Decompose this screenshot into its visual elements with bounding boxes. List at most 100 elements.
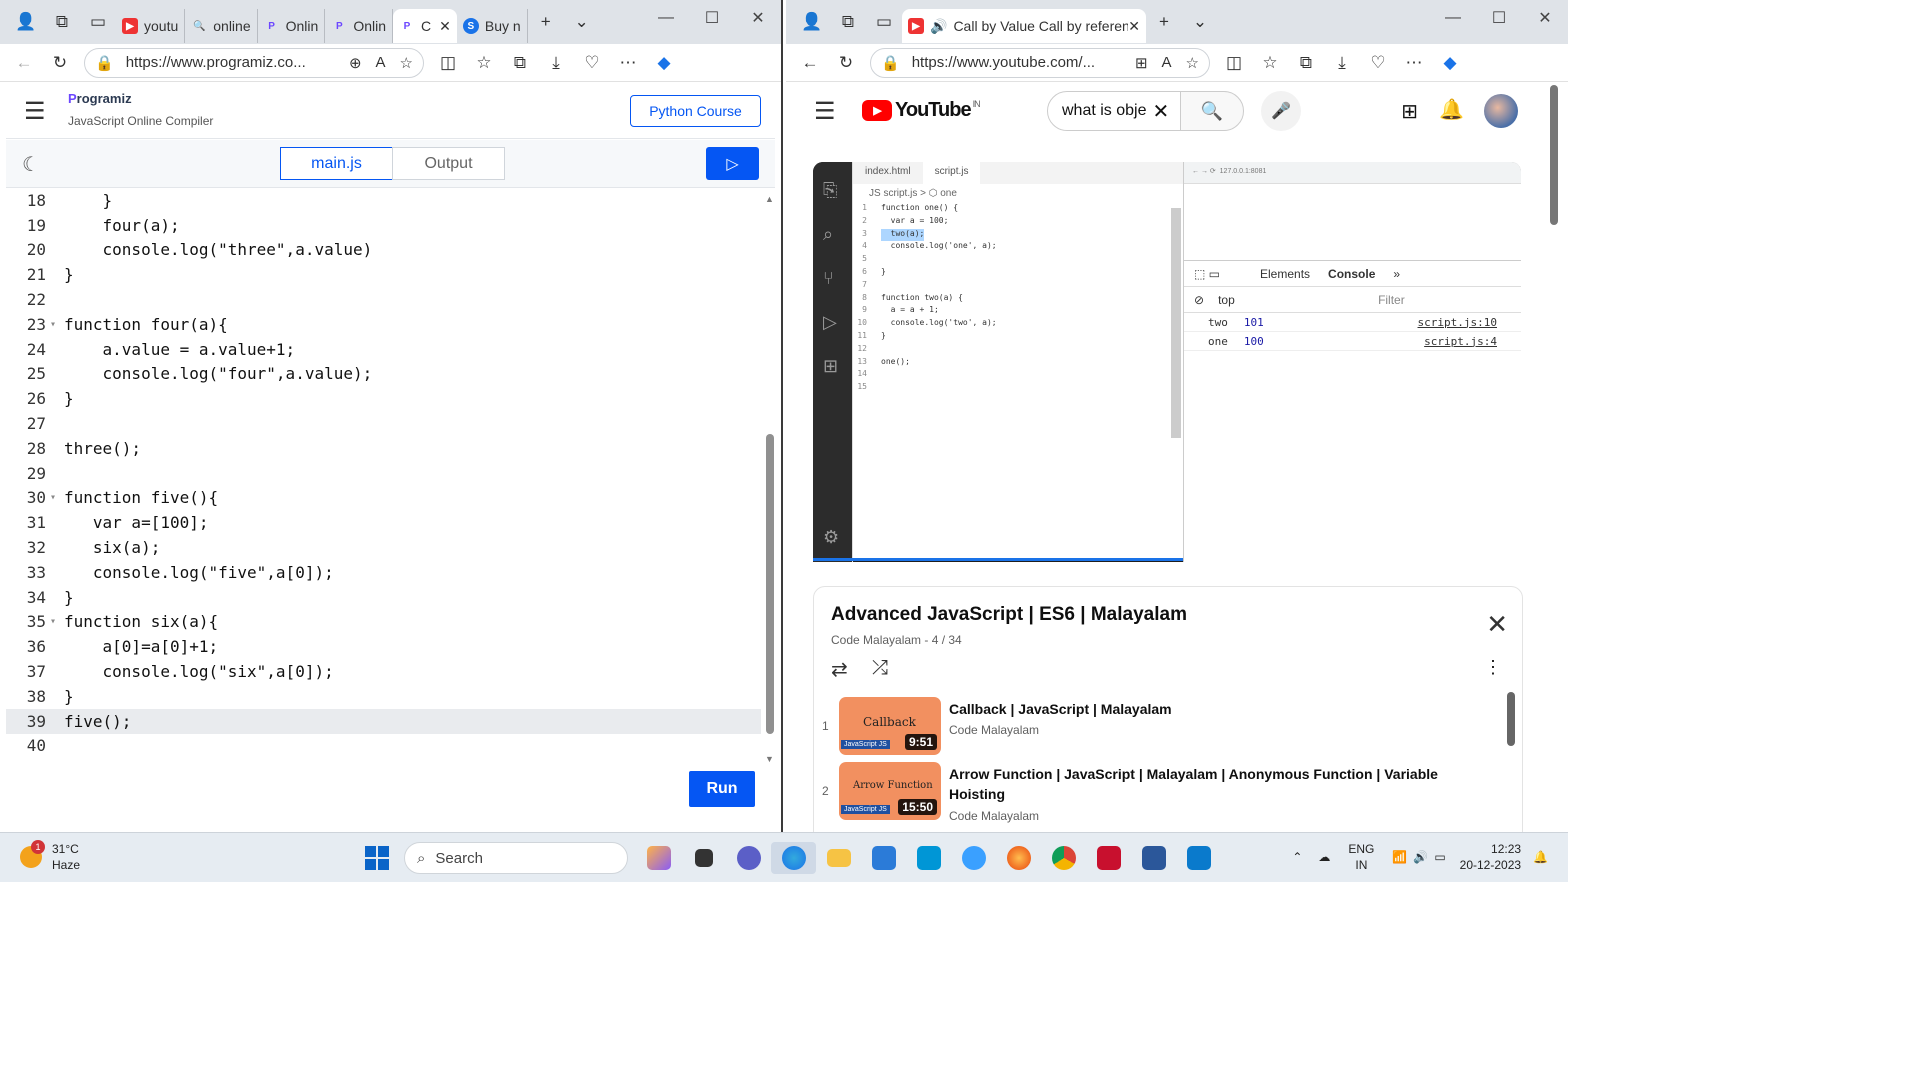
programiz-logo[interactable]: Programiz	[68, 91, 132, 106]
collections-icon[interactable]: ⧉	[1288, 48, 1324, 78]
url-field[interactable]: 🔒 https://www.youtube.com/... ⊞ A ☆	[870, 47, 1210, 78]
clock[interactable]: 12:23 20-12-2023	[1460, 841, 1521, 873]
tab-youtube-active[interactable]: ▶ 🔊 Call by Value Call by referen ✕	[902, 9, 1146, 43]
red-app-icon[interactable]	[1086, 842, 1131, 874]
chrome-icon[interactable]	[1041, 842, 1086, 874]
video-player[interactable]: ⎘ ⌕ ⑂ ▷ ⊞ ⚙ index.html script.js JS script.j…	[813, 162, 1521, 562]
tab-main-js[interactable]: main.js	[280, 147, 393, 180]
file-explorer-icon[interactable]	[816, 842, 861, 874]
python-course-button[interactable]: Python Course	[630, 95, 761, 127]
task-view-icon[interactable]	[681, 842, 726, 874]
notifications-bell-icon[interactable]: 🔔	[1439, 97, 1464, 122]
maximize-icon[interactable]: ☐	[1476, 0, 1522, 36]
copilot-icon[interactable]: ◆	[646, 48, 682, 78]
page-scrollbar[interactable]	[1550, 85, 1558, 225]
code-line[interactable]: 21}	[6, 262, 761, 287]
channel-name[interactable]: Code Malayalam	[949, 723, 1039, 737]
refresh-icon[interactable]: ↻	[828, 48, 864, 78]
tab-list-chevron-icon[interactable]: ⌄	[1186, 8, 1214, 36]
download-icon[interactable]: ⤓	[1324, 48, 1360, 78]
favorites-icon[interactable]: ☆	[1252, 48, 1288, 78]
refresh-icon[interactable]: ↻	[42, 48, 78, 78]
run-play-button[interactable]: ▷	[706, 147, 759, 180]
hamburger-menu-icon[interactable]: ☰	[24, 97, 46, 126]
minimize-icon[interactable]: —	[1430, 0, 1476, 36]
close-icon[interactable]: ✕	[1522, 0, 1568, 36]
code-line[interactable]: 23 ▾ function four(a){	[6, 312, 761, 337]
scrollbar-thumb[interactable]	[766, 434, 774, 734]
code-line[interactable]: 22	[6, 287, 761, 312]
code-line[interactable]: 27	[6, 411, 761, 436]
code-line[interactable]: 37 console.log("six",a[0]);	[6, 659, 761, 684]
notification-bell-icon[interactable]: 🔔	[1533, 850, 1548, 864]
code-line[interactable]: 39 five();	[6, 708, 761, 734]
minimize-icon[interactable]: —	[643, 0, 689, 36]
tab-programiz-1[interactable]: P Onlin	[258, 9, 326, 43]
tab-search[interactable]: 🔍 online	[185, 9, 258, 43]
taskbar-search[interactable]: ⌕ Search	[404, 842, 628, 874]
youtube-logo[interactable]: ▶ YouTube IN	[862, 99, 981, 122]
code-line[interactable]: 38}	[6, 684, 761, 709]
split-screen-icon[interactable]: ◫	[430, 48, 466, 78]
fold-icon[interactable]: ▾	[50, 492, 64, 503]
myhp-icon[interactable]	[906, 842, 951, 874]
close-playlist-icon[interactable]: ✕	[1486, 609, 1508, 640]
code-line[interactable]: 30 ▾ function five(){	[6, 486, 761, 511]
tab-list-chevron-icon[interactable]: ⌄	[568, 8, 596, 36]
tab-buy[interactable]: S Buy n	[457, 9, 528, 43]
copilot-app-icon[interactable]	[636, 842, 681, 874]
channel-name[interactable]: Code Malayalam	[949, 809, 1039, 823]
speaker-icon[interactable]: 🔊	[930, 18, 947, 35]
create-video-icon[interactable]: ⊞	[1401, 99, 1418, 124]
code-line[interactable]: 28 three();	[6, 436, 761, 461]
new-tab-icon[interactable]: +	[1150, 8, 1178, 36]
more-vertical-icon[interactable]: ⋮	[1484, 657, 1502, 678]
video-title[interactable]: Callback | JavaScript | Malayalam	[949, 699, 1439, 719]
weather-widget[interactable]: 1 31°C Haze	[20, 840, 80, 873]
favorite-star-icon[interactable]: ☆	[1186, 54, 1199, 72]
code-line[interactable]: 20 console.log("three",a.value)	[6, 238, 761, 263]
loop-icon[interactable]: ⇄	[831, 657, 848, 682]
code-line[interactable]: 40	[6, 734, 761, 759]
onedrive-icon[interactable]: ☁	[1318, 850, 1330, 864]
read-aloud-icon[interactable]: A	[1162, 54, 1172, 71]
playlist-item[interactable]: 1 Callback JavaScript JS 9:51 Callback |…	[814, 697, 1522, 759]
edge-browser-icon[interactable]	[771, 842, 816, 874]
url-field[interactable]: 🔒 https://www.programiz.co... ⊕ A ☆	[84, 47, 424, 78]
zoom-icon[interactable]: ⊕	[349, 54, 362, 72]
code-line[interactable]: 31 var a=[100];	[6, 510, 761, 535]
code-line[interactable]: 33 console.log("five",a[0]);	[6, 560, 761, 585]
maximize-icon[interactable]: ☐	[689, 0, 735, 36]
tab-actions-icon[interactable]: ▭	[870, 8, 898, 36]
avatar[interactable]	[1484, 94, 1518, 128]
back-icon[interactable]: ←	[6, 48, 42, 78]
close-icon[interactable]: ✕	[735, 0, 781, 36]
code-line[interactable]: 19 four(a);	[6, 213, 761, 238]
weather-app-icon[interactable]	[951, 842, 996, 874]
code-line[interactable]: 34}	[6, 585, 761, 610]
volume-icon[interactable]: 🔊	[1413, 850, 1428, 864]
workspaces-icon[interactable]: ⧉	[834, 8, 862, 36]
shuffle-icon[interactable]: ⤮	[872, 657, 888, 680]
back-icon[interactable]: ←	[792, 48, 828, 78]
playlist-title[interactable]: Advanced JavaScript | ES6 | Malayalam	[831, 604, 1187, 626]
scroll-up-icon[interactable]: ▲	[765, 194, 774, 204]
chevron-up-icon[interactable]: ⌃	[1292, 850, 1302, 864]
fold-icon[interactable]: ▾	[50, 319, 64, 330]
profile-icon[interactable]: 👤	[12, 8, 40, 36]
favorites-icon[interactable]: ☆	[466, 48, 502, 78]
code-line[interactable]: 25 console.log("four",a.value);	[6, 362, 761, 387]
tab-actions-icon[interactable]: ▭	[84, 8, 112, 36]
app-available-icon[interactable]: ⊞	[1135, 54, 1148, 72]
search-button[interactable]: 🔍	[1180, 91, 1244, 131]
video-thumbnail[interactable]: Callback JavaScript JS 9:51	[839, 697, 941, 755]
close-tab-icon[interactable]: ✕	[1128, 18, 1140, 35]
word-icon[interactable]	[1131, 842, 1176, 874]
tab-programiz-active[interactable]: P C ✕	[393, 9, 457, 43]
read-aloud-icon[interactable]: A	[376, 54, 386, 71]
more-icon[interactable]: ⋯	[1396, 48, 1432, 78]
video-progress-bar[interactable]	[813, 558, 1183, 561]
run-button[interactable]: Run	[689, 771, 755, 807]
favorite-star-icon[interactable]: ☆	[400, 54, 413, 72]
code-line[interactable]: 36 a[0]=a[0]+1;	[6, 634, 761, 659]
